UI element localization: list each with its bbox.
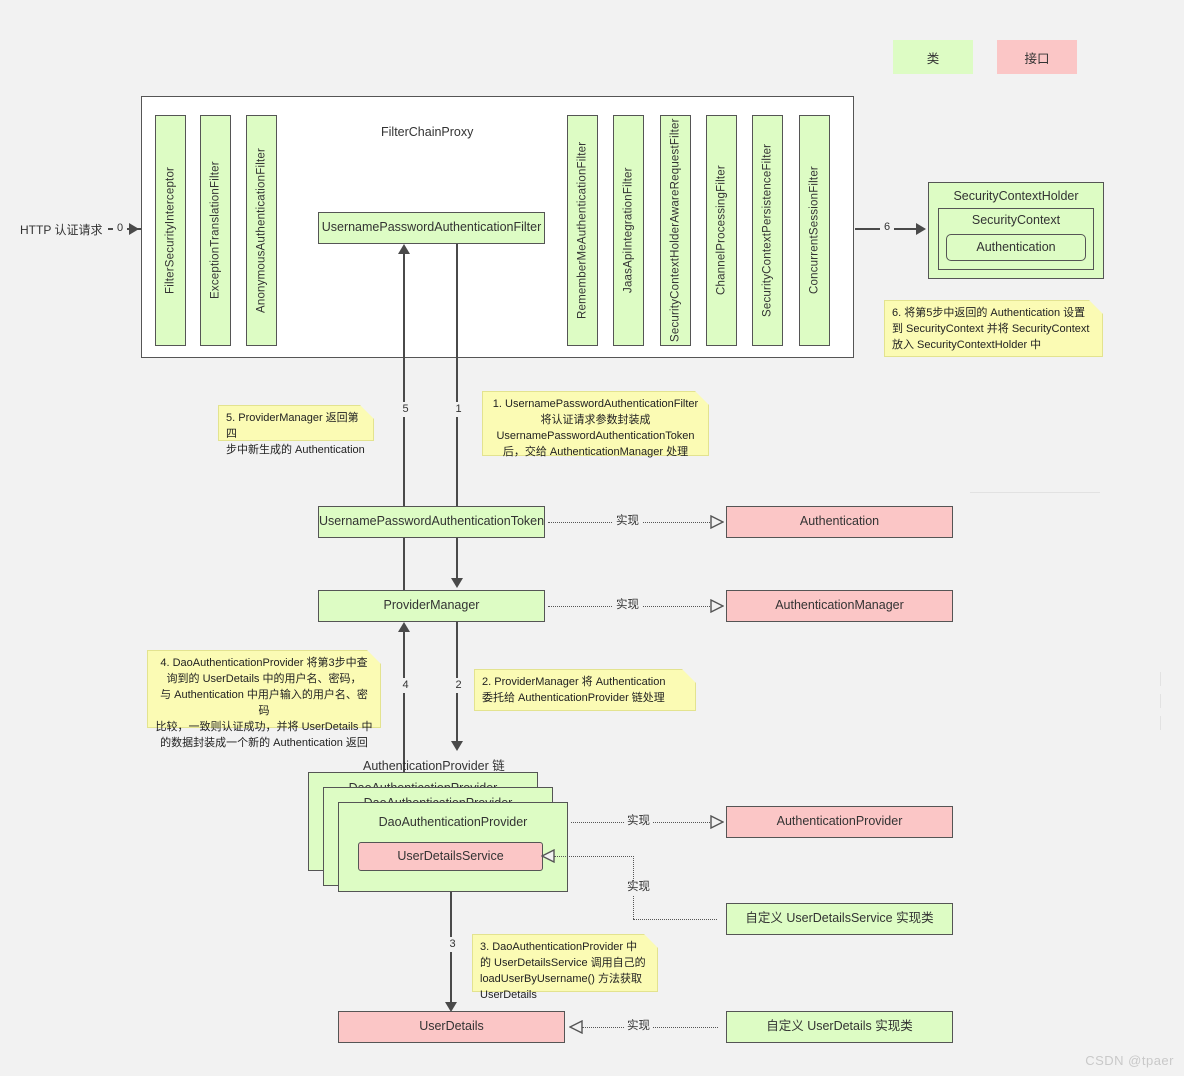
providermanager-label: ProviderManager: [383, 598, 480, 613]
realize-edge-daoprovider-arrowhead: [710, 815, 724, 829]
authentication-interface-box: Authentication: [726, 506, 953, 538]
usernamepasswordauthenticationtoken-box: UsernamePasswordAuthenticationToken: [318, 506, 545, 538]
edge-step4-arrowhead: [398, 622, 410, 632]
realize-edge-uds-arrowhead: [541, 849, 555, 863]
realize-edge-providermanager-label: 实现: [613, 599, 642, 613]
custom-userdetailsservice-box: 自定义 UserDetailsService 实现类: [726, 903, 953, 935]
realize-edge-token-arrowhead: [710, 515, 724, 529]
realize-edge-userdetails-label: 实现: [624, 1020, 653, 1034]
edge-step6-label: 6: [880, 220, 894, 235]
realize-edge-uds-segment-bottom: [633, 919, 717, 920]
filter-label: RememberMeAuthenticationFilter: [576, 141, 589, 320]
filter-bar-concurrentsessionfilter: ConcurrentSessionFilter: [799, 115, 830, 346]
note-1: 1. UsernamePasswordAuthenticationFilter …: [482, 391, 709, 458]
usernamepasswordauthenticationfilter-box: UsernamePasswordAuthenticationFilter: [318, 212, 545, 244]
edge-step1-arrowhead: [451, 578, 463, 588]
dao-provider-card-front-label: DaoAuthenticationProvider: [378, 815, 528, 829]
usernamepasswordauthenticationfilter-label: UsernamePasswordAuthenticationFilter: [321, 220, 542, 235]
realize-edge-uds-segment-top: [554, 856, 634, 857]
decorative-tick-3: [1160, 716, 1161, 730]
securitycontextholder-label: SecurityContextHolder: [953, 189, 1079, 203]
realize-edge-daoprovider-label: 实现: [624, 815, 653, 829]
entry-arrowhead: [129, 223, 139, 235]
filter-label: FilterSecurityInterceptor: [164, 166, 177, 295]
filter-bar-jaasapiintegrationfilter: JaasApiIntegrationFilter: [613, 115, 644, 346]
watermark: CSDN @tpaer: [1085, 1053, 1174, 1068]
filter-label: SecurityContextHolderAwareRequestFilter: [669, 118, 682, 343]
filter-chain-proxy-title: FilterChainProxy: [381, 125, 474, 139]
note-6: 6. 将第5步中返回的 Authentication 设置 到 Security…: [884, 300, 1103, 357]
authentication-inner-box: Authentication: [946, 234, 1086, 261]
diagram-canvas: 类 接口 HTTP 认证请求 0 FilterChainProxy Filter…: [0, 0, 1184, 1076]
filter-bar-remembermeauthenticationfilter: RememberMeAuthenticationFilter: [567, 115, 598, 346]
filter-label: JaasApiIntegrationFilter: [622, 167, 635, 294]
filter-label: ChannelProcessingFilter: [715, 165, 728, 296]
userdetails-box: UserDetails: [338, 1011, 565, 1043]
providermanager-box: ProviderManager: [318, 590, 545, 622]
legend-interface: 接口: [997, 40, 1077, 74]
legend-class-label: 类: [926, 51, 940, 66]
edge-step6-arrowhead: [916, 223, 926, 235]
authenticationmanager-label: AuthenticationManager: [775, 598, 904, 613]
note-4: 4. DaoAuthenticationProvider 将第3步中查 询到的 …: [147, 650, 381, 749]
filter-label: AnonymousAuthenticationFilter: [255, 148, 268, 313]
securitycontext-label: SecurityContext: [971, 213, 1061, 227]
custom-userdetails-label: 自定义 UserDetails 实现类: [766, 1019, 913, 1034]
filter-bar-securitycontextholderawarerequestfilter: SecurityContextHolderAwareRequestFilter: [660, 115, 691, 346]
filter-bar-exceptiontranslationfilter: ExceptionTranslationFilter: [200, 115, 231, 346]
edge-step5-line: [403, 252, 405, 618]
legend-interface-label: 接口: [1024, 51, 1050, 66]
filter-label: ExceptionTranslationFilter: [209, 161, 222, 300]
edge-step2-label: 2: [451, 678, 466, 693]
http-request-label: HTTP 认证请求: [20, 223, 103, 237]
decorative-rule: [970, 492, 1100, 493]
edge-step1-label: 1: [451, 402, 466, 417]
authentication-interface-label: Authentication: [799, 514, 880, 529]
edge-step2-arrowhead: [451, 741, 463, 751]
authenticationprovider-box: AuthenticationProvider: [726, 806, 953, 838]
userdetailsservice-box: UserDetailsService: [358, 842, 543, 871]
realize-edge-uds-label: 实现: [624, 881, 653, 895]
filter-bar-anonymousauthenticationfilter: AnonymousAuthenticationFilter: [246, 115, 277, 346]
authenticationmanager-box: AuthenticationManager: [726, 590, 953, 622]
legend-class: 类: [893, 40, 973, 74]
entry-step-label: 0: [113, 221, 127, 236]
edge-step5-label: 5: [398, 402, 413, 417]
filter-label: SecurityContextPersistenceFilter: [761, 143, 774, 318]
userdetails-label: UserDetails: [419, 1019, 484, 1034]
note-2: 2. ProviderManager 将 Authentication 委托给 …: [474, 669, 696, 711]
authentication-inner-label: Authentication: [976, 239, 1056, 254]
filter-bar-channelprocessingfilter: ChannelProcessingFilter: [706, 115, 737, 346]
custom-userdetails-box: 自定义 UserDetails 实现类: [726, 1011, 953, 1043]
edge-step3-label: 3: [445, 937, 460, 952]
filter-bar-securitycontextpersistencefilter: SecurityContextPersistenceFilter: [752, 115, 783, 346]
filter-bar-filtersecurityinterceptor: FilterSecurityInterceptor: [155, 115, 186, 346]
realize-edge-userdetails-arrowhead: [569, 1020, 583, 1034]
realize-edge-providermanager-arrowhead: [710, 599, 724, 613]
userdetailsservice-label: UserDetailsService: [397, 848, 504, 863]
edge-step5-arrowhead: [398, 244, 410, 254]
note-5: 5. ProviderManager 返回第四 步中新生成的 Authentic…: [218, 405, 374, 456]
edge-step4-line: [403, 630, 405, 775]
decorative-tick-1: [1160, 672, 1161, 686]
note-3: 3. DaoAuthenticationProvider 中 的 UserDet…: [472, 934, 658, 1001]
usernamepasswordauthenticationtoken-label: UsernamePasswordAuthenticationToken: [318, 514, 545, 529]
decorative-tick-2: [1160, 694, 1161, 708]
realize-edge-token-label: 实现: [613, 515, 642, 529]
filter-label: ConcurrentSessionFilter: [808, 166, 821, 295]
authenticationprovider-label: AuthenticationProvider: [776, 814, 903, 829]
custom-userdetailsservice-label: 自定义 UserDetailsService 实现类: [745, 911, 934, 926]
edge-step4-label: 4: [398, 678, 413, 693]
